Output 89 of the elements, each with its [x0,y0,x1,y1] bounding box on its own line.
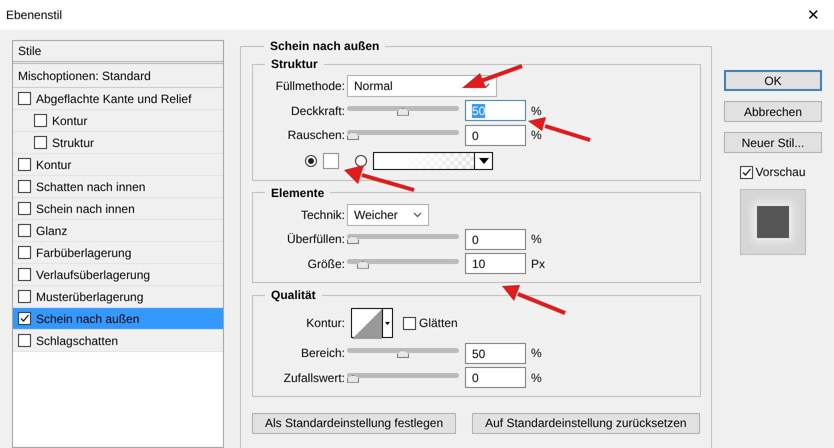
gradient-picker[interactable] [373,152,493,170]
checkbox[interactable] [18,202,31,215]
slider[interactable] [347,104,459,117]
dropdown[interactable]: Normal [347,75,497,98]
arrow [344,165,415,192]
input-field[interactable]: 0 [465,228,526,250]
color-swatch[interactable] [323,152,339,168]
group-title: Elemente [270,186,326,198]
checkbox-label: Glätten [419,315,458,332]
style-item[interactable]: Struktur [13,132,223,154]
reset-button[interactable]: Als Standardeinstellung festlegen [252,413,456,434]
style-item[interactable]: Verlaufsüberlagerung [13,264,223,286]
unit-label: Px [531,256,546,273]
input-field[interactable]: 10 [465,253,526,274]
field-label: Technik: [300,206,346,224]
radio-button[interactable] [355,154,367,166]
checkbox[interactable] [18,290,31,303]
checkbox[interactable] [18,268,31,281]
unit-label: % [531,345,542,362]
field-label: Füllmethode: [274,78,346,96]
checkbox[interactable] [18,92,31,105]
style-item[interactable]: Mischoptionen: Standard [13,64,223,88]
style-item[interactable]: Farbüberlagerung [13,242,223,264]
slider[interactable] [347,129,459,142]
radio-button[interactable] [305,154,317,166]
style-item[interactable]: Schein nach innen [13,198,223,220]
checkbox[interactable] [740,166,754,178]
field-label: Größe: [306,256,346,273]
checkbox-label: Vorschau [755,164,806,181]
curve-icon [352,309,382,339]
checkbox[interactable] [18,158,31,171]
slider[interactable] [347,372,459,384]
input-field[interactable]: 50 [465,342,526,364]
field-label: Kontur: [305,315,346,332]
checkbox[interactable] [18,334,31,347]
dropdown-arrow-icon [478,158,488,164]
checkbox[interactable] [403,316,416,330]
checkbox[interactable] [18,224,31,237]
section-title: Schein nach außen [269,40,380,52]
slider-thumb[interactable] [397,350,409,358]
style-item[interactable]: Schlagschatten [13,330,223,352]
contour-picker[interactable] [351,308,393,338]
group-title: Qualität [270,289,317,301]
dropdown-arrow-icon [385,322,390,324]
unit-label: % [531,102,542,120]
slider-thumb[interactable] [357,260,369,269]
preview-thumbnail [740,189,806,255]
dialog-button[interactable]: Abbrechen [724,101,822,122]
style-item[interactable]: Kontur [13,154,223,176]
window-title: Ebenenstil [6,7,62,24]
dialog-button[interactable]: OK [724,70,822,91]
slider[interactable] [347,258,459,270]
dialog-button[interactable]: Neuer Stil... [724,132,822,153]
input-field[interactable]: 0 [465,367,526,388]
arrow [462,64,523,88]
group-title: Struktur [270,58,319,70]
style-item[interactable]: Glanz [13,220,223,242]
unit-label: % [531,127,542,144]
field-label: Rauschen: [286,127,346,144]
slider-thumb[interactable] [397,108,409,116]
style-item[interactable]: Schatten nach innen [13,176,223,198]
field-label: Bereich: [300,345,346,362]
style-item[interactable]: Abgeflachte Kante und Relief [13,88,223,110]
checkbox[interactable] [18,246,31,259]
arrow [528,117,591,142]
slider-thumb[interactable] [347,132,359,140]
checkbox[interactable] [34,114,47,127]
list-header: Stile [13,41,223,64]
field-label: Überfüllen: [286,231,346,248]
reset-button[interactable]: Auf Standardeinstellung zurücksetzen [472,413,700,434]
field-label: Zufallswert: [282,370,346,387]
checkbox[interactable] [18,180,31,193]
checkbox[interactable] [18,312,31,325]
slider[interactable] [347,233,459,246]
input-field[interactable]: 0 [465,124,526,146]
slider-thumb[interactable] [347,236,359,244]
style-item[interactable]: Kontur [13,110,223,132]
chevron-icon [413,212,422,218]
style-item[interactable]: Schein nach außen [13,308,223,330]
slider-thumb[interactable] [347,374,359,383]
checkbox[interactable] [34,136,47,149]
style-item[interactable]: Musterüberlagerung [13,286,223,308]
slider[interactable] [347,347,459,360]
dropdown[interactable]: Weicher [347,204,429,226]
unit-label: % [531,370,542,387]
field-label: Deckkraft: [290,102,346,120]
close-button[interactable]: ✕ [799,8,828,22]
unit-label: % [531,231,542,248]
arrow [502,285,566,315]
